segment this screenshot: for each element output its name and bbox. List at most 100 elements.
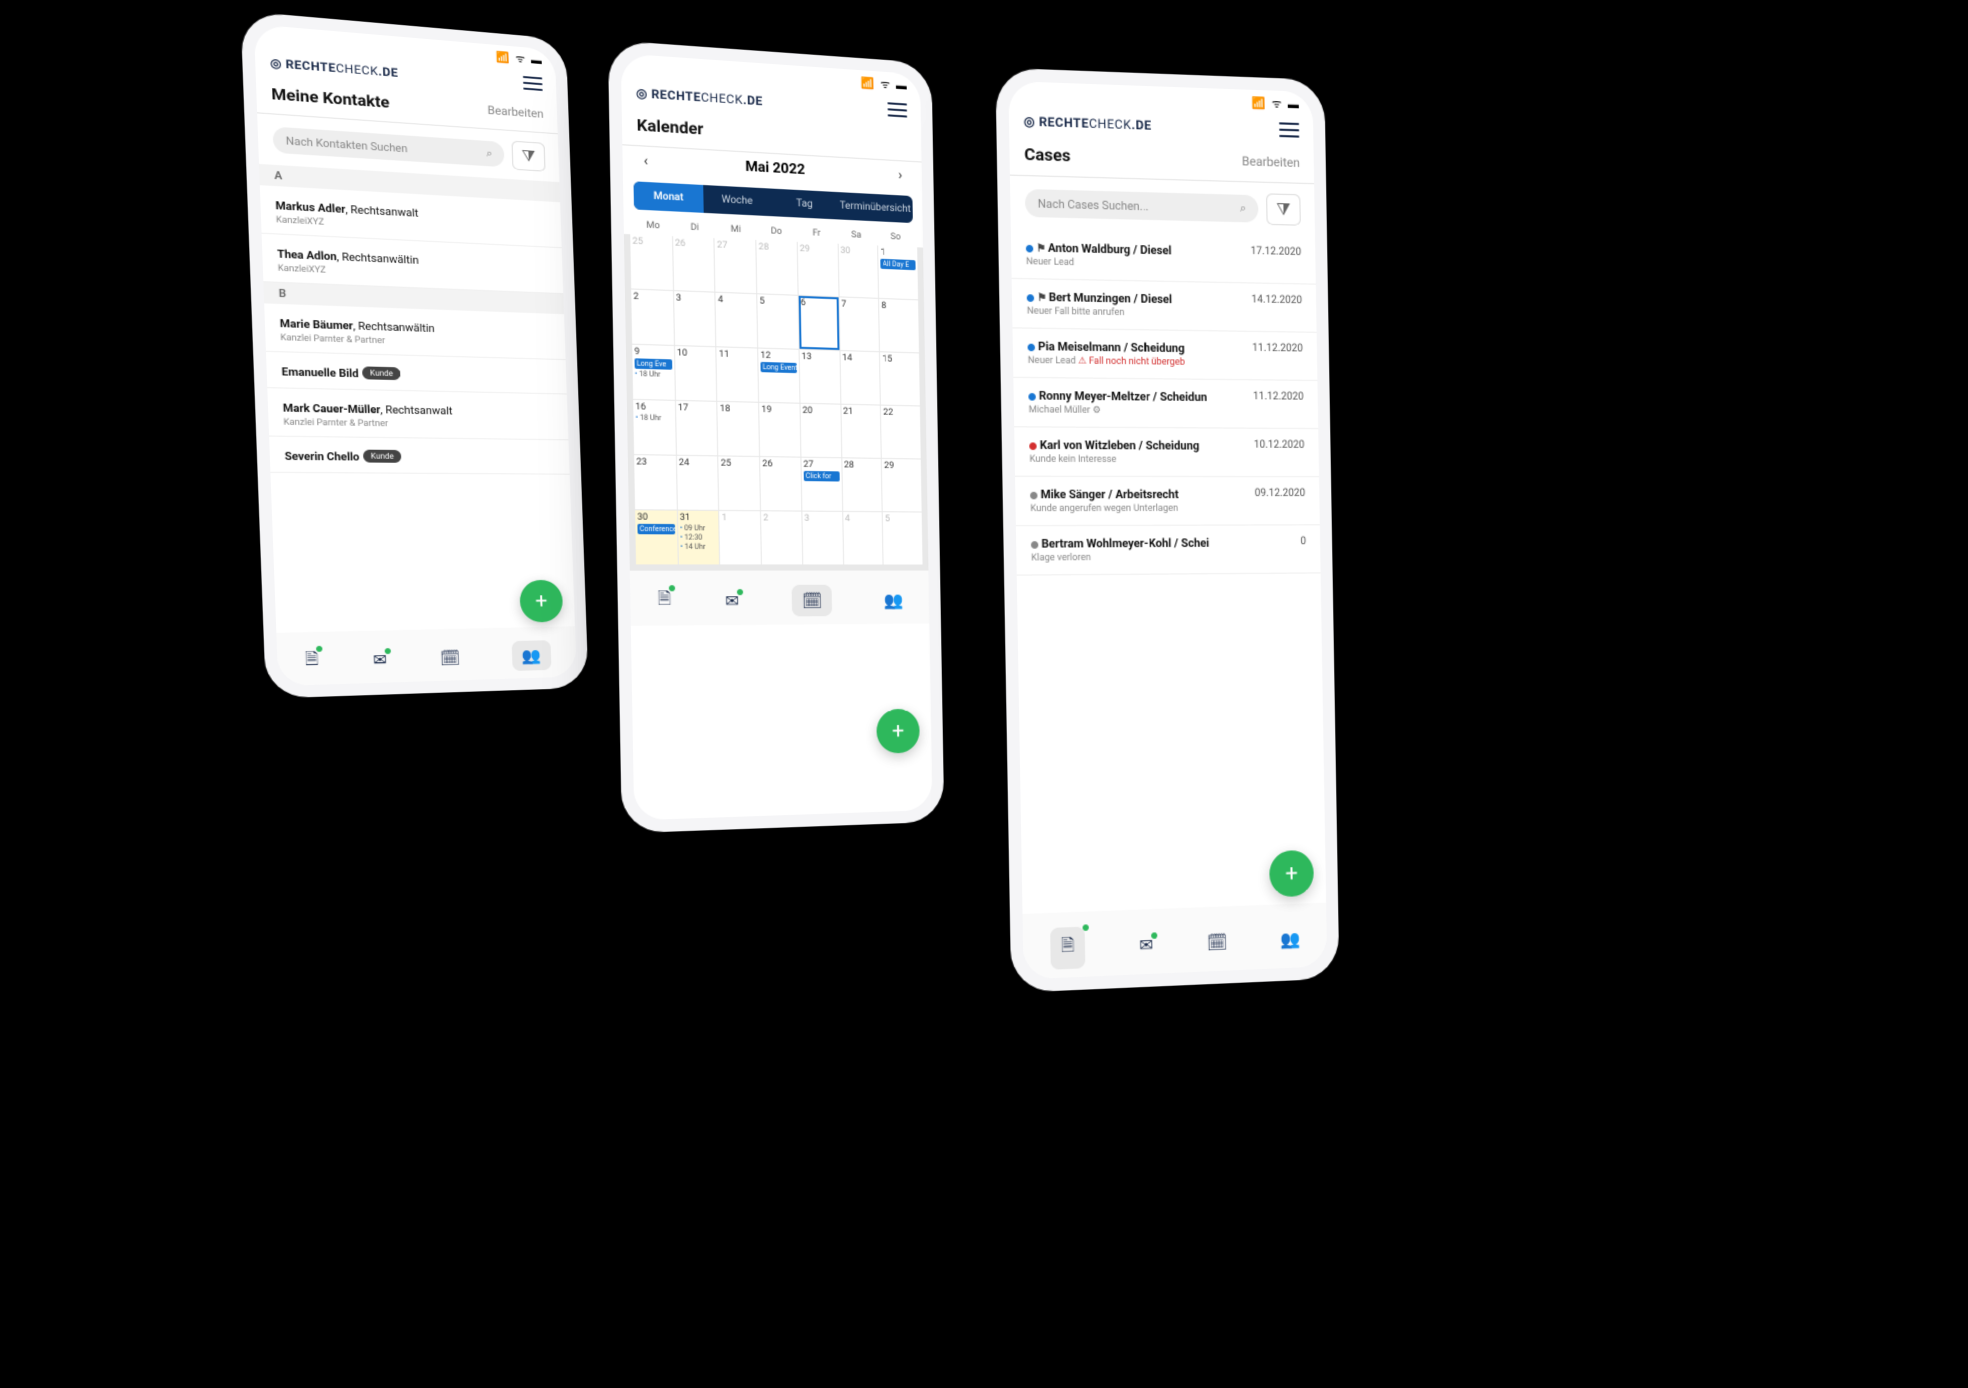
calendar-day[interactable]: 27 [715, 238, 757, 293]
contact-item[interactable]: Emanuelle BildKunde [266, 352, 567, 395]
calendar-day[interactable]: 6 [798, 296, 839, 350]
day-number: 6 [801, 298, 837, 309]
calendar-event[interactable]: All Day E [881, 259, 916, 271]
mail-icon: ✉ [725, 591, 739, 611]
calendar-event[interactable]: Long Event [761, 362, 797, 373]
view-tab-terminübersicht[interactable]: Terminübersicht [837, 192, 912, 223]
calendar-event[interactable]: 18 Uhr [635, 414, 672, 423]
calendar-day[interactable]: 21 [841, 405, 881, 458]
hamburger-icon[interactable] [523, 76, 543, 91]
case-subtitle: Michael Müller ⚙ [1029, 405, 1101, 416]
case-item[interactable]: ⚑Bert Munzingen / DieselNeuer Fall bitte… [1012, 279, 1317, 333]
calendar-day[interactable]: 2 [761, 511, 802, 564]
calendar-day[interactable]: 3 [802, 512, 843, 565]
calendar-day[interactable]: 30 [838, 244, 878, 298]
nav-calendar[interactable]: 🗓 [792, 585, 833, 617]
add-button[interactable]: + [876, 709, 920, 754]
nav-documents[interactable]: 🗎 [1050, 927, 1085, 970]
nav-mail[interactable]: ✉ [373, 650, 387, 669]
calendar-day[interactable]: 14 [840, 351, 880, 405]
calendar-event[interactable]: 12:30 [680, 533, 717, 541]
calendar-day[interactable]: 29 [798, 242, 839, 296]
nav-calendar[interactable]: 🗓 [1207, 932, 1228, 953]
nav-contacts[interactable]: 👥 [884, 591, 904, 610]
calendar-event[interactable]: 09 Uhr [680, 524, 717, 532]
calendar-day[interactable]: 18 [718, 402, 759, 456]
case-item[interactable]: ⚑Anton Waldburg / DieselNeuer Lead17.12.… [1011, 229, 1316, 284]
calendar-day[interactable]: 15 [880, 352, 920, 405]
calendar-day[interactable]: 11 [717, 347, 758, 401]
calendar-day[interactable]: 30Conference [635, 510, 677, 564]
edit-button[interactable]: Bearbeiten [487, 103, 544, 121]
calendar-day[interactable]: 23 [634, 455, 676, 509]
nav-contacts[interactable]: 👥 [511, 640, 551, 671]
document-icon: 🗎 [1061, 934, 1075, 955]
nav-documents[interactable]: 🗎 [305, 648, 320, 675]
bottom-nav: 🗎 ✉ 🗓 👥 [630, 571, 930, 626]
edit-button[interactable]: Bearbeiten [1242, 153, 1300, 169]
search-input[interactable]: Nach Kontakten Suchen ⌕ [273, 127, 505, 168]
calendar-day[interactable]: 26 [760, 457, 801, 511]
calendar-event[interactable]: Conference [637, 524, 674, 535]
contact-item[interactable]: Mark Cauer-Müller, RechtsanwaltKanzlei P… [267, 388, 568, 440]
calendar-event[interactable]: 18 Uhr [635, 370, 672, 379]
calendar-day[interactable]: 28 [756, 240, 797, 295]
calendar-day[interactable]: 12Long Event [758, 349, 799, 403]
case-item[interactable]: Pia Meiselmann / ScheidungNeuer Lead ⚠ F… [1012, 328, 1317, 381]
nav-mail[interactable]: ✉ [1139, 935, 1153, 956]
contact-item[interactable]: Severin ChelloKunde [269, 437, 570, 475]
contact-item[interactable]: Marie Bäumer, RechtsanwältinKanzlei Parn… [264, 303, 565, 360]
calendar-day[interactable]: 26 [673, 236, 715, 291]
view-tab-tag[interactable]: Tag [771, 189, 838, 220]
calendar-day[interactable]: 1All Day E [878, 246, 918, 300]
case-item[interactable]: Karl von Witzleben / ScheidungKunde kein… [1014, 427, 1319, 477]
calendar-event[interactable]: Click for [804, 471, 840, 482]
calendar-day[interactable]: 17 [676, 401, 718, 455]
view-tab-woche[interactable]: Woche [703, 185, 771, 216]
calendar-day[interactable]: 25 [630, 234, 672, 290]
calendar-day[interactable]: 3109 Uhr12:3014 Uhr [678, 511, 720, 565]
case-item[interactable]: Mike Sänger / ArbeitsrechtKunde angerufe… [1015, 477, 1320, 526]
calendar-day[interactable]: 5 [757, 294, 798, 348]
calendar-day[interactable]: 4 [843, 512, 883, 565]
filter-button[interactable]: ⧩ [1266, 193, 1301, 225]
hamburger-icon[interactable] [1279, 122, 1299, 137]
case-item[interactable]: Ronny Meyer-Meltzer / ScheidunMichael Mü… [1013, 378, 1318, 429]
client-badge: Kunde [363, 450, 401, 463]
calendar-day[interactable]: 7 [839, 297, 879, 351]
calendar-day[interactable]: 5 [883, 512, 923, 564]
calendar-day[interactable]: 1 [720, 511, 761, 565]
calendar-day[interactable]: 20 [800, 404, 841, 458]
calendar-event[interactable]: Long Eve [635, 358, 672, 369]
calendar-day[interactable]: 2 [631, 289, 673, 344]
hamburger-icon[interactable] [887, 102, 907, 117]
calendar-day[interactable]: 22 [881, 406, 921, 459]
calendar-day[interactable]: 27Click for [801, 458, 842, 511]
calendar-day[interactable]: 24 [677, 456, 719, 510]
calendar-day[interactable]: 9Long Eve18 Uhr [632, 345, 674, 400]
case-item[interactable]: Bertram Wohlmeyer-Kohl / ScheiKlage verl… [1016, 525, 1321, 575]
signal-icon: 📶 [496, 50, 510, 64]
view-tab-monat[interactable]: Monat [633, 181, 703, 213]
nav-calendar[interactable]: 🗓 [440, 648, 461, 667]
calendar-day[interactable]: 25 [719, 456, 760, 510]
nav-mail[interactable]: ✉ [725, 591, 739, 611]
calendar-day[interactable]: 13 [799, 350, 840, 404]
calendar-day[interactable]: 10 [675, 346, 717, 401]
next-month-button[interactable]: › [898, 167, 902, 183]
search-input[interactable]: Nach Cases Suchen... ⌕ [1025, 189, 1259, 223]
calendar-day[interactable]: 8 [879, 299, 919, 353]
prev-month-button[interactable]: ‹ [643, 153, 648, 170]
calendar-event[interactable]: 14 Uhr [680, 543, 717, 551]
people-icon: 👥 [884, 591, 904, 610]
nav-documents[interactable]: 🗎 [658, 587, 672, 615]
calendar-day[interactable]: 1618 Uhr [633, 400, 675, 455]
calendar-day[interactable]: 28 [842, 458, 882, 511]
page-title: Meine Kontakte [271, 84, 390, 112]
filter-button[interactable]: ⧩ [511, 141, 545, 172]
nav-contacts[interactable]: 👥 [1280, 929, 1300, 950]
calendar-day[interactable]: 29 [882, 459, 922, 512]
calendar-day[interactable]: 19 [759, 403, 800, 457]
calendar-day[interactable]: 4 [716, 293, 757, 348]
calendar-day[interactable]: 3 [674, 291, 716, 346]
